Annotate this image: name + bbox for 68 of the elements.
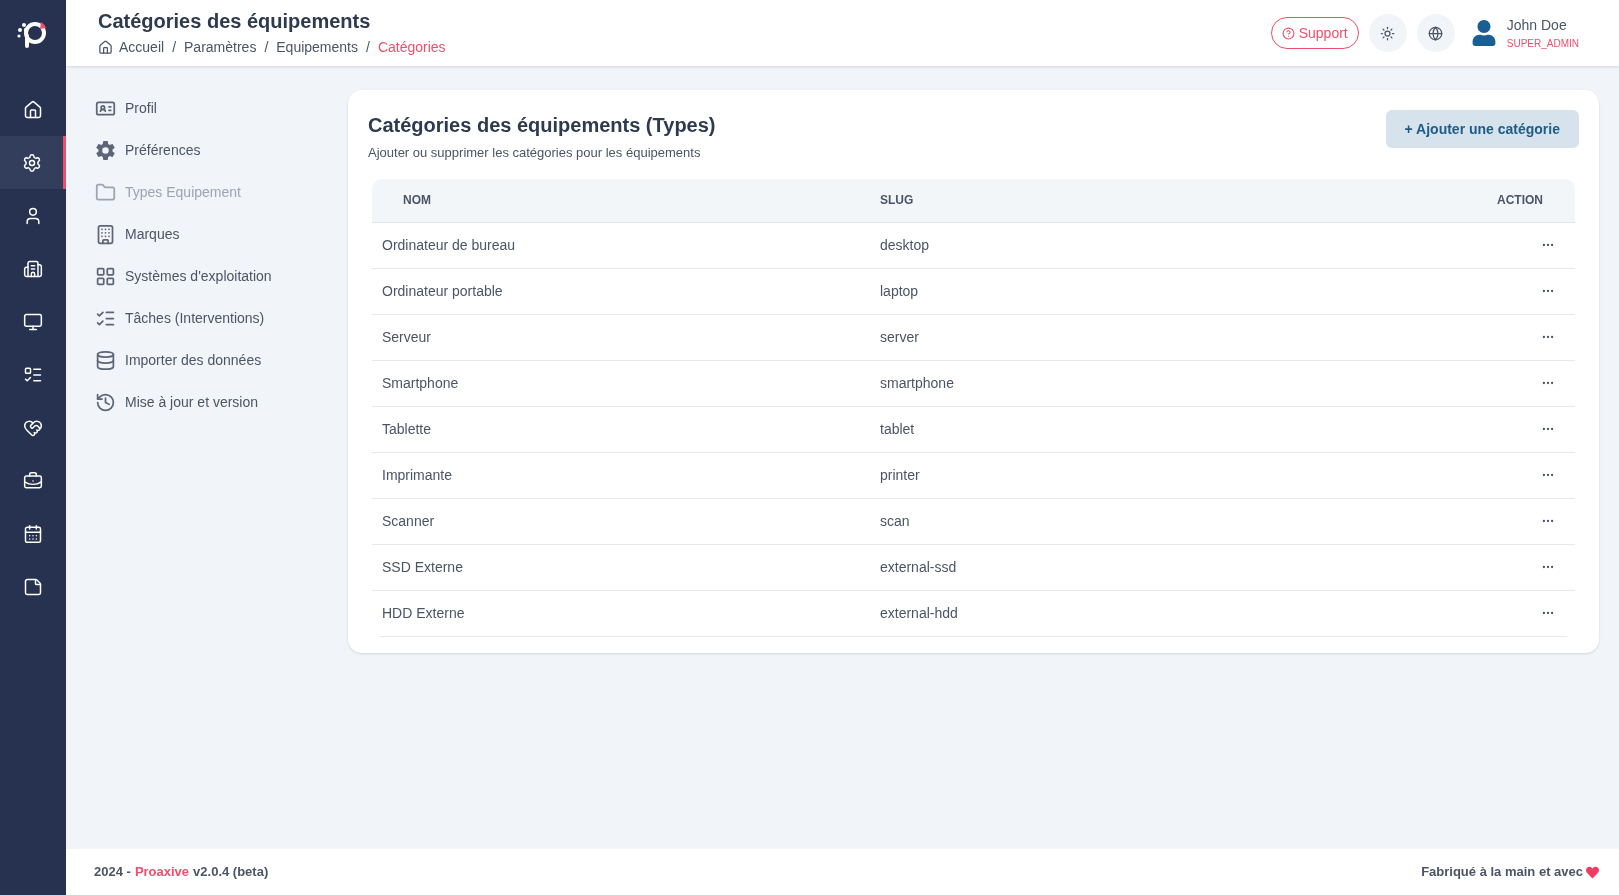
brand-link[interactable]: Proaxive xyxy=(134,862,190,882)
history-icon xyxy=(95,392,116,413)
table-cell-text: Serveur xyxy=(381,327,433,347)
settings-menu-item[interactable]: Importer des données xyxy=(95,349,348,372)
breadcrumb-separator: / xyxy=(172,37,177,57)
settings-menu-item[interactable]: Profil xyxy=(95,97,348,120)
grid-icon xyxy=(95,266,116,287)
breadcrumb-separator: / xyxy=(366,37,370,57)
globe-icon xyxy=(1428,25,1444,41)
theme-button[interactable] xyxy=(1368,14,1407,52)
table-cell-text: SSD Externe xyxy=(381,557,464,577)
table-cell-text: external-hdd xyxy=(880,603,959,623)
made-with-text: Fabriqué à la main et avec xyxy=(1421,863,1583,882)
note-icon xyxy=(23,576,43,597)
sun-icon xyxy=(1380,25,1396,41)
home-icon xyxy=(98,39,113,55)
settings-icon xyxy=(21,152,42,173)
user-role: SUPER_ADMIN xyxy=(1506,37,1579,51)
table-cell-text: Tablette xyxy=(381,419,433,439)
monitor-icon xyxy=(23,311,43,332)
table-cell-text: HDD Externe xyxy=(381,603,466,623)
briefcase-icon xyxy=(23,470,43,491)
language-button[interactable] xyxy=(1416,14,1455,52)
settings-icon xyxy=(95,140,116,161)
building-icon xyxy=(95,224,116,245)
calendar-icon xyxy=(23,523,43,544)
settings-menu-item[interactable]: Marques xyxy=(95,223,348,246)
table-cell-text: tablet xyxy=(880,419,916,439)
column-header: ACTION xyxy=(1497,192,1544,209)
column-header: SLUG xyxy=(880,192,915,209)
table-cell-text: Smartphone xyxy=(381,373,460,393)
home-icon xyxy=(23,99,43,120)
breadcrumb-link[interactable]: Catégories xyxy=(377,36,446,58)
avatar-icon xyxy=(1470,20,1497,46)
table-cell-text: scan xyxy=(880,511,911,531)
database-icon xyxy=(95,350,116,371)
card-subtitle: Ajouter ou supprimer les catégories pour les équipements xyxy=(368,144,702,162)
add-category-button[interactable]: + Ajouter une catégorie xyxy=(1385,110,1579,148)
breadcrumb-separator: / xyxy=(264,37,269,57)
card-title: Catégories des équipements (Types) xyxy=(368,113,716,138)
table-cell-text: desktop xyxy=(880,235,931,255)
user-icon xyxy=(23,205,43,226)
table-cell-text: Ordinateur portable xyxy=(381,281,504,301)
help-icon xyxy=(1281,26,1295,40)
breadcrumb-link[interactable]: Accueil xyxy=(119,36,165,58)
column-header: NOM xyxy=(402,192,432,209)
table-cell-text: printer xyxy=(880,465,921,485)
table-cell-text: external-ssd xyxy=(880,557,958,577)
building-icon xyxy=(23,258,43,279)
user-name: John Doe xyxy=(1506,16,1568,35)
table-cell-text: smartphone xyxy=(880,373,955,393)
table-cell-text: Imprimante xyxy=(381,465,454,485)
breadcrumb-link[interactable]: Paramètres xyxy=(184,36,257,58)
footer-year: 2024 - xyxy=(94,863,131,882)
page-title: Catégories des équipements xyxy=(98,8,372,34)
table-cell-text: Scanner xyxy=(381,511,436,531)
settings-menu-item[interactable]: Systèmes d'exploitation xyxy=(95,265,348,288)
table-cell-text: server xyxy=(880,327,920,347)
table-cell-text: laptop xyxy=(880,281,920,301)
nav-item[interactable] xyxy=(0,136,66,189)
settings-menu-item[interactable]: Préférences xyxy=(95,139,348,162)
breadcrumb-link[interactable]: Equipements xyxy=(276,36,358,58)
version-text: v2.0.4 (beta) xyxy=(193,863,269,882)
settings-menu-item[interactable]: Tâches (Interventions) xyxy=(95,307,348,330)
settings-menu-item[interactable]: Mise à jour et version xyxy=(95,391,348,414)
folder-icon xyxy=(95,182,116,203)
heart-icon xyxy=(1586,865,1599,879)
table-cell-text: Ordinateur de bureau xyxy=(381,235,517,255)
